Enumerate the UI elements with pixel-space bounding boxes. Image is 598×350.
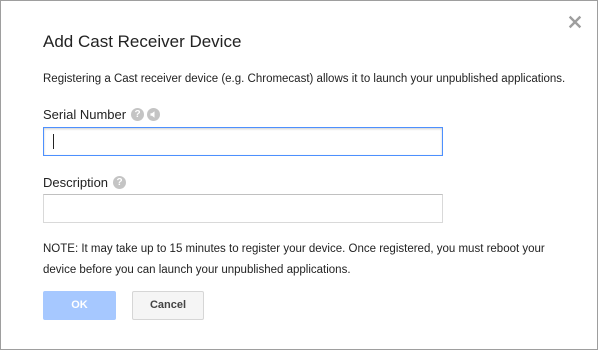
serial-number-input[interactable] [43, 127, 443, 156]
description-input[interactable] [43, 194, 443, 223]
description-label-row: Description ? [43, 175, 127, 190]
add-cast-receiver-dialog: Add Cast Receiver Device Registering a C… [0, 0, 598, 350]
registration-note: NOTE: It may take up to 15 minutes to re… [43, 243, 545, 276]
description-label: Description [43, 175, 109, 190]
audio-icon[interactable] [147, 108, 161, 121]
dialog-title: Add Cast Receiver Device [43, 32, 242, 51]
serial-number-label-row: Serial Number ? [43, 107, 161, 122]
serial-number-label: Serial Number [43, 107, 127, 122]
dialog-intro-text: Registering a Cast receiver device (e.g.… [43, 73, 566, 85]
text-caret [53, 134, 54, 149]
help-icon[interactable]: ? [131, 108, 145, 121]
close-icon[interactable] [566, 13, 584, 31]
cancel-button[interactable]: Cancel [132, 291, 204, 320]
help-icon[interactable]: ? [113, 176, 127, 189]
ok-button[interactable]: OK [43, 291, 116, 320]
